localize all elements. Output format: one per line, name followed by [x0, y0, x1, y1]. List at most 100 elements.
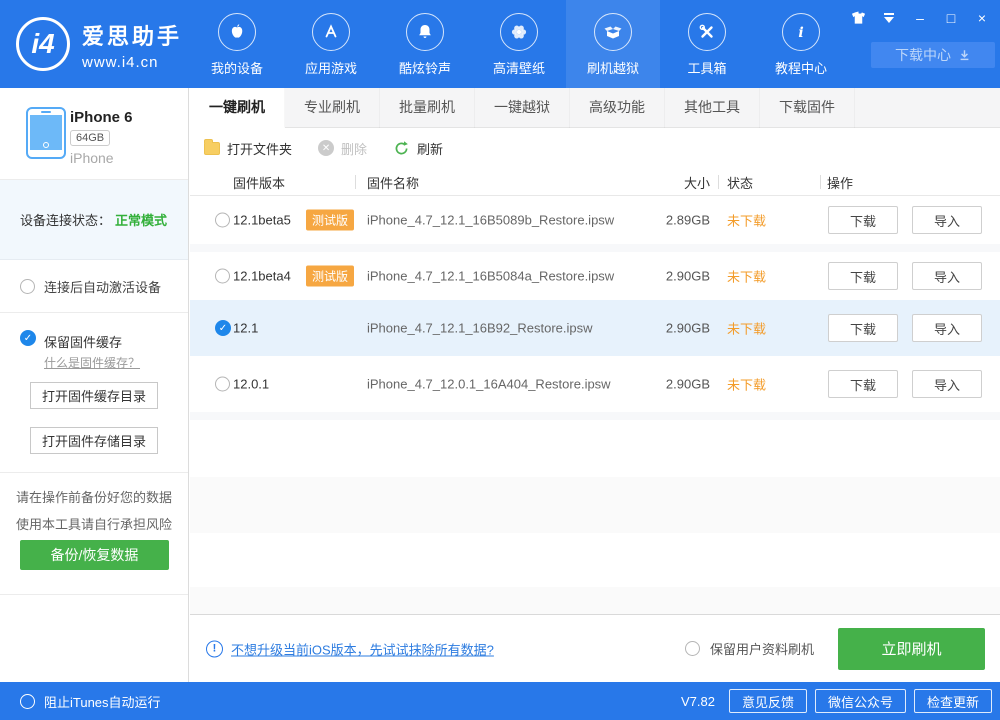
delete-label: 删除	[341, 139, 367, 158]
feedback-button[interactable]: 意见反馈	[729, 689, 807, 713]
open-cache-dir-button[interactable]: 打开固件缓存目录	[30, 382, 158, 409]
tab-advanced[interactable]: 高级功能	[570, 88, 665, 128]
auto-activate-option[interactable]: 连接后自动激活设备	[0, 260, 188, 313]
table-row[interactable]: 12.0.1 iPhone_4.7_12.0.1_16A404_Restore.…	[190, 356, 1000, 412]
row-radio[interactable]	[215, 377, 230, 392]
bell-icon	[406, 13, 444, 51]
delete-icon: ✕	[318, 140, 334, 156]
tab-one-key-flash[interactable]: 一键刷机	[190, 88, 285, 128]
firmware-size: 2.90GB	[630, 269, 710, 284]
download-button[interactable]: 下载	[828, 370, 898, 398]
maximize-icon[interactable]: □	[943, 10, 959, 26]
table-header: 固件版本 固件名称 大小 状态 操作	[190, 168, 1000, 196]
firmware-size: 2.90GB	[630, 377, 710, 392]
connection-status: 设备连接状态： 正常模式	[0, 180, 188, 260]
firmware-size: 2.90GB	[630, 321, 710, 336]
app-window: i4 爱思助手 www.i4.cn 我的设备 应用游戏	[0, 0, 1000, 720]
download-button[interactable]: 下载	[828, 206, 898, 234]
firmware-version: 12.1beta4	[233, 269, 291, 284]
nav-label: 我的设备	[211, 58, 263, 77]
open-folder-button[interactable]: 打开文件夹	[204, 139, 292, 158]
nav-item-apps-games[interactable]: 应用游戏	[284, 0, 378, 88]
tab-bar: 一键刷机 专业刷机 批量刷机 一键越狱 高级功能 其他工具 下载固件	[190, 88, 1000, 128]
import-button[interactable]: 导入	[912, 314, 982, 342]
minimize-icon[interactable]: –	[912, 10, 928, 26]
sidebar: iPhone 6 64GB iPhone 设备连接状态： 正常模式 连接后自动激…	[0, 88, 189, 682]
firmware-status: 未下载	[727, 211, 766, 230]
firmware-list: 12.1beta5 测试版 iPhone_4.7_12.1_16B5089b_R…	[190, 196, 1000, 420]
empty-row-stripe	[190, 587, 1000, 614]
nav-item-tutorials[interactable]: i 教程中心	[754, 0, 848, 88]
flash-controls: 保留用户资料刷机 立即刷机	[685, 628, 985, 670]
auto-activate-radio[interactable]	[20, 279, 35, 294]
import-button[interactable]: 导入	[912, 262, 982, 290]
nav-label: 刷机越狱	[587, 58, 639, 77]
import-button[interactable]: 导入	[912, 370, 982, 398]
open-storage-dir-button[interactable]: 打开固件存储目录	[30, 427, 158, 454]
connection-label: 设备连接状态：	[20, 210, 111, 229]
what-is-cache-link[interactable]: 什么是固件缓存？	[44, 354, 140, 371]
firmware-name: iPhone_4.7_12.1_16B5089b_Restore.ipsw	[367, 213, 614, 228]
table-row[interactable]: 12.1beta5 测试版 iPhone_4.7_12.1_16B5089b_R…	[190, 196, 1000, 244]
tab-one-key-jailbreak[interactable]: 一键越狱	[475, 88, 570, 128]
toolbar: 打开文件夹 ✕ 删除 刷新	[190, 128, 1000, 168]
firmware-status: 未下载	[727, 375, 766, 394]
col-version: 固件版本	[233, 173, 285, 192]
erase-data-link[interactable]: 不想升级当前iOS版本，先试试抹除所有数据?	[231, 639, 494, 658]
nav-label: 酷炫铃声	[399, 58, 451, 77]
keep-cache-label: 保留固件缓存	[44, 332, 122, 351]
refresh-button[interactable]: 刷新	[393, 139, 443, 158]
table-row[interactable]: 12.1beta4 测试版 iPhone_4.7_12.1_16B5084a_R…	[190, 252, 1000, 300]
warning-text-2: 使用本工具请自行承担风险	[0, 506, 188, 533]
nav-item-ringtones[interactable]: 酷炫铃声	[378, 0, 472, 88]
backup-warning-section: 请在操作前备份好您的数据 使用本工具请自行承担风险 备份/恢复数据	[0, 473, 188, 595]
col-size: 大小	[630, 173, 710, 192]
refresh-icon	[393, 140, 410, 157]
collapse-icon[interactable]	[881, 10, 897, 26]
firmware-version: 12.1	[233, 321, 258, 336]
app-url: www.i4.cn	[82, 54, 182, 71]
nav-item-my-device[interactable]: 我的设备	[190, 0, 284, 88]
device-capacity-badge: 64GB	[70, 130, 110, 146]
tab-batch-flash[interactable]: 批量刷机	[380, 88, 475, 128]
keep-user-data-label: 保留用户资料刷机	[710, 639, 814, 658]
close-icon[interactable]: ×	[974, 10, 990, 26]
row-radio[interactable]	[215, 213, 230, 228]
skin-icon[interactable]	[850, 10, 866, 26]
jailbreak-box-icon	[594, 13, 632, 51]
row-radio-checked[interactable]: ✓	[215, 320, 231, 336]
status-bar-right: V7.82 意见反馈 微信公众号 检查更新	[681, 682, 992, 720]
auto-activate-label: 连接后自动激活设备	[44, 277, 161, 296]
download-center-button[interactable]: 下载中心	[871, 42, 995, 68]
tab-download-firmware[interactable]: 下载固件	[760, 88, 855, 128]
erase-tip: ! 不想升级当前iOS版本，先试试抹除所有数据?	[206, 639, 494, 658]
firmware-version: 12.1beta5	[233, 213, 291, 228]
check-update-button[interactable]: 检查更新	[914, 689, 992, 713]
keep-cache-checkbox[interactable]: ✓	[20, 330, 36, 346]
tab-other-tools[interactable]: 其他工具	[665, 88, 760, 128]
firmware-status: 未下载	[727, 267, 766, 286]
firmware-size: 2.89GB	[630, 213, 710, 228]
beta-badge: 测试版	[306, 266, 354, 287]
delete-button[interactable]: ✕ 删除	[318, 139, 367, 158]
keep-user-data-radio[interactable]	[685, 641, 700, 656]
import-button[interactable]: 导入	[912, 206, 982, 234]
backup-restore-button[interactable]: 备份/恢复数据	[20, 540, 169, 570]
flash-now-button[interactable]: 立即刷机	[838, 628, 985, 670]
nav-item-toolbox[interactable]: 工具箱	[660, 0, 754, 88]
firmware-name: iPhone_4.7_12.1_16B92_Restore.ipsw	[367, 321, 593, 336]
nav-item-flash-jailbreak[interactable]: 刷机越狱	[566, 0, 660, 88]
wechat-button[interactable]: 微信公众号	[815, 689, 906, 713]
block-itunes-option[interactable]: 阻止iTunes自动运行	[20, 682, 161, 720]
download-button[interactable]: 下载	[828, 262, 898, 290]
block-itunes-radio[interactable]	[20, 694, 35, 709]
nav-label: 工具箱	[687, 58, 726, 77]
firmware-name: iPhone_4.7_12.1_16B5084a_Restore.ipsw	[367, 269, 614, 284]
row-radio[interactable]	[215, 269, 230, 284]
nav-item-wallpapers[interactable]: 高清壁纸	[472, 0, 566, 88]
table-row-selected[interactable]: ✓ 12.1 iPhone_4.7_12.1_16B92_Restore.ips…	[190, 300, 1000, 356]
tab-pro-flash[interactable]: 专业刷机	[285, 88, 380, 128]
firmware-status: 未下载	[727, 319, 766, 338]
download-button[interactable]: 下载	[828, 314, 898, 342]
app-name: 爱思助手	[82, 19, 182, 51]
